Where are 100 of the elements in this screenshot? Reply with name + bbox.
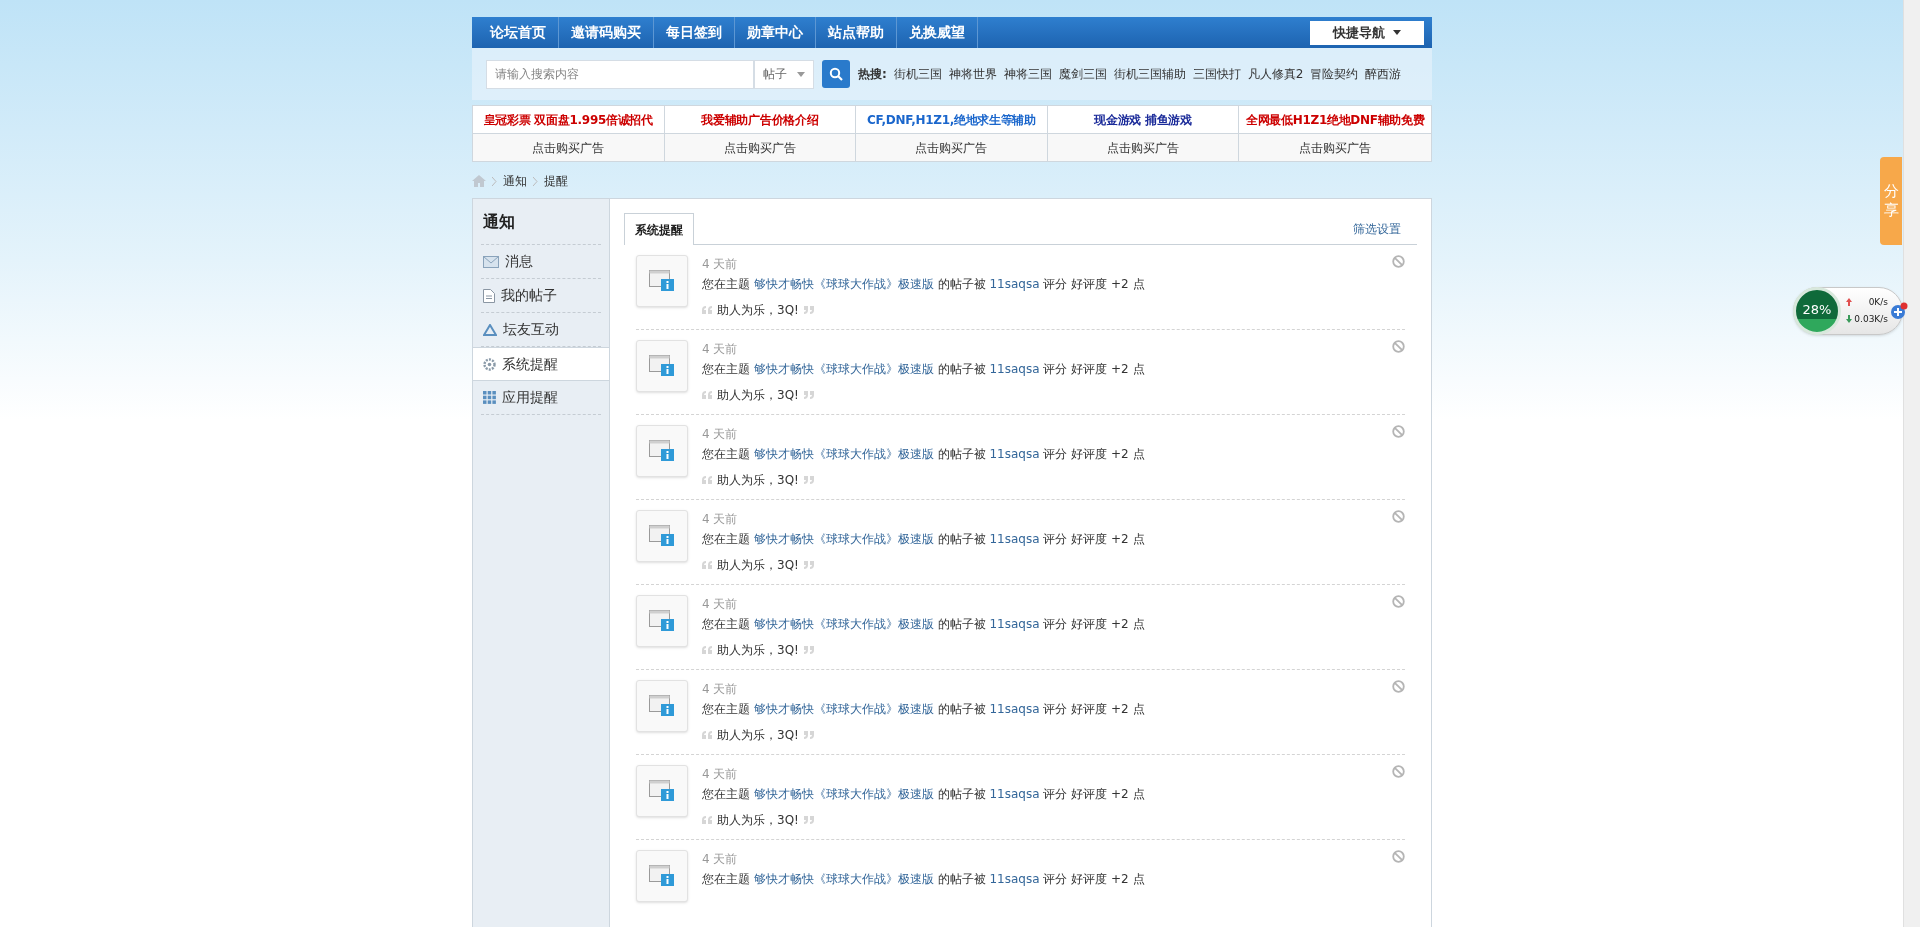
sidebar-item[interactable]: 系统提醒 <box>473 347 609 381</box>
hot-search-link[interactable]: 冒险契约 <box>1310 65 1359 83</box>
notification-text: 您在主题 够快才畅快《球球大作战》极速版 的帖子被 11saqsa 评分 好评度 +2 点 <box>702 701 1145 718</box>
buy-ad-link[interactable]: 点击购买广告 <box>473 134 665 161</box>
tab[interactable]: 系统提醒 <box>624 213 694 245</box>
download-speed: 0.03K/s <box>1854 313 1888 326</box>
nav-link[interactable]: 论坛首页 <box>478 17 559 48</box>
caret-icon <box>797 71 805 77</box>
info-window-icon <box>649 610 675 632</box>
upload-arrow-icon <box>1846 298 1852 306</box>
open-quote-icon <box>702 306 713 314</box>
notification-text: 您在主题 够快才畅快《球球大作战》极速版 的帖子被 11saqsa 评分 好评度 +2 点 <box>702 531 1145 548</box>
notification-time: 4 天前 <box>702 341 738 358</box>
info-window-icon <box>649 695 675 717</box>
hot-search-link[interactable]: 街机三国 <box>893 65 942 83</box>
sidebar-item[interactable]: 应用提醒 <box>481 381 601 415</box>
hot-search-link[interactable]: 魔剑三国 <box>1058 65 1107 83</box>
user-link[interactable]: 11saqsa <box>989 362 1040 376</box>
notification-text: 您在主题 够快才畅快《球球大作战》极速版 的帖子被 11saqsa 评分 好评度 +2 点 <box>702 871 1145 888</box>
chevron-icon <box>492 176 497 186</box>
nav-link[interactable]: 站点帮助 <box>816 17 897 48</box>
hot-search-link[interactable]: 街机三国辅助 <box>1113 65 1186 83</box>
user-link[interactable]: 11saqsa <box>989 872 1040 886</box>
percent-label: 28% <box>1801 302 1833 318</box>
close-quote-icon <box>802 646 814 654</box>
grid-icon <box>483 391 496 404</box>
block-icon[interactable] <box>1392 765 1405 778</box>
notification-time: 4 天前 <box>702 256 738 273</box>
topic-link[interactable]: 够快才畅快《球球大作战》极速版 <box>753 617 934 631</box>
quick-nav-button[interactable]: 快捷导航 <box>1310 20 1424 45</box>
chevron-icon <box>533 176 538 186</box>
filter-settings-link[interactable]: 筛选设置 <box>1353 220 1401 238</box>
nav-link[interactable]: 兑换威望 <box>897 17 978 48</box>
scrollbar[interactable] <box>1903 0 1920 927</box>
block-icon[interactable] <box>1392 255 1405 268</box>
buy-ad-link[interactable]: 点击购买广告 <box>664 134 857 161</box>
rating-comment: 助人为乐，3Q! <box>717 302 799 319</box>
info-window-icon <box>649 270 675 292</box>
buy-ad-link[interactable]: 点击购买广告 <box>1047 134 1240 161</box>
hot-search-link[interactable]: 三国快打 <box>1192 65 1241 83</box>
notification-time: 4 天前 <box>702 426 738 443</box>
rating-comment: 助人为乐，3Q! <box>717 472 799 489</box>
scope-dropdown[interactable]: 帖子 <box>754 59 814 89</box>
close-quote-icon <box>802 561 814 569</box>
topic-link[interactable]: 够快才畅快《球球大作战》极速版 <box>753 702 934 716</box>
notification-time: 4 天前 <box>702 596 738 613</box>
open-quote-icon <box>702 476 713 484</box>
block-icon[interactable] <box>1392 850 1405 863</box>
block-icon[interactable] <box>1392 595 1405 608</box>
breadcrumb-link[interactable]: 通知 <box>503 172 527 190</box>
hot-search-link[interactable]: 神将三国 <box>1003 65 1052 83</box>
home-icon[interactable] <box>472 175 486 187</box>
plus-button-icon[interactable] <box>1890 302 1908 320</box>
sidebar-title: 通知 <box>481 199 601 245</box>
rating-comment: 助人为乐，3Q! <box>717 812 799 829</box>
nav-link[interactable]: 邀请码购买 <box>559 17 654 48</box>
download-arrow-icon <box>1846 315 1852 323</box>
user-link[interactable]: 11saqsa <box>989 532 1040 546</box>
buy-ad-link[interactable]: 点击购买广告 <box>856 134 1048 161</box>
block-icon[interactable] <box>1392 340 1405 353</box>
user-link[interactable]: 11saqsa <box>989 787 1040 801</box>
nav-link[interactable]: 勋章中心 <box>735 17 816 48</box>
document-icon <box>483 288 495 303</box>
hot-search-link[interactable]: 醉西游 <box>1365 65 1402 83</box>
block-icon[interactable] <box>1392 425 1405 438</box>
rating-comment: 助人为乐，3Q! <box>717 557 799 574</box>
close-quote-icon <box>802 306 814 314</box>
block-icon[interactable] <box>1392 680 1405 693</box>
topic-link[interactable]: 够快才畅快《球球大作战》极速版 <box>753 277 934 291</box>
upload-speed: 0K/s <box>1867 296 1888 309</box>
close-quote-icon <box>802 816 814 824</box>
user-link[interactable]: 11saqsa <box>989 447 1040 461</box>
user-link[interactable]: 11saqsa <box>989 702 1040 716</box>
buy-ad-link[interactable]: 点击购买广告 <box>1239 134 1431 161</box>
close-quote-icon <box>802 476 814 484</box>
info-window-icon <box>649 865 675 887</box>
block-icon[interactable] <box>1392 510 1405 523</box>
nav-link[interactable]: 每日签到 <box>654 17 735 48</box>
topic-link[interactable]: 够快才畅快《球球大作战》极速版 <box>753 787 934 801</box>
sidebar-item[interactable]: 消息 <box>481 245 601 279</box>
info-window-icon <box>649 355 675 377</box>
envelope-icon <box>483 255 499 268</box>
hot-search-link[interactable]: 神将世界 <box>948 65 997 83</box>
topic-link[interactable]: 够快才畅快《球球大作战》极速版 <box>753 447 934 461</box>
info-window-icon <box>649 525 675 547</box>
notification-time: 4 天前 <box>702 851 738 868</box>
user-link[interactable]: 11saqsa <box>989 617 1040 631</box>
breadcrumb-link[interactable]: 提醒 <box>544 172 568 190</box>
caret-icon <box>1393 30 1401 35</box>
topic-link[interactable]: 够快才畅快《球球大作战》极速版 <box>753 532 934 546</box>
topic-link[interactable]: 够快才畅快《球球大作战》极速版 <box>753 872 934 886</box>
hot-search-label: 热搜: <box>858 66 887 83</box>
sidebar-item[interactable]: 我的帖子 <box>481 279 601 313</box>
topic-link[interactable]: 够快才畅快《球球大作战》极速版 <box>753 362 934 376</box>
notification-text: 您在主题 够快才畅快《球球大作战》极速版 的帖子被 11saqsa 评分 好评度 +2 点 <box>702 446 1145 463</box>
rating-comment: 助人为乐，3Q! <box>717 727 799 744</box>
search-field[interactable]: 请输入搜索内容 <box>486 59 754 89</box>
hot-search-link[interactable]: 凡人修真2 <box>1247 65 1304 83</box>
search-button[interactable] <box>822 60 850 88</box>
user-link[interactable]: 11saqsa <box>989 277 1040 291</box>
